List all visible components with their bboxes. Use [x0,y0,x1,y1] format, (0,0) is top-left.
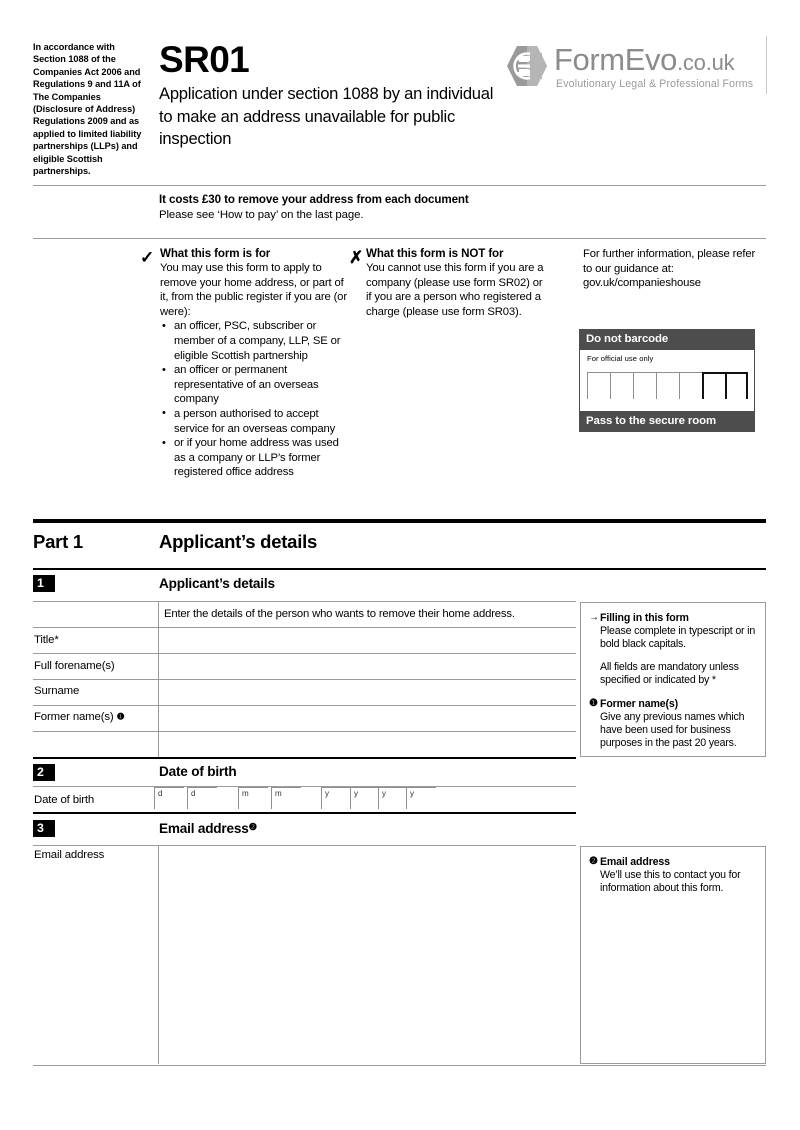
dob-field-label: Date of birth [34,794,95,806]
section-title-3-text: Email address [159,821,249,836]
section1-bottom-rule [33,757,576,759]
pass-to-secure-room-label: Pass to the secure room [579,411,755,432]
section-number-2: 2 [33,764,55,781]
what-form-is-for-column: What this form is for You may use this f… [160,247,347,480]
accordance-note: In accordance with Section 1088 of the C… [33,42,142,177]
part-bottom-rule [33,568,766,570]
list-item: an officer or permanent representative o… [160,363,347,407]
dob-day-1[interactable]: d [154,787,184,809]
dob-year-2[interactable]: y [350,787,380,809]
check-icon: ✓ [140,248,155,267]
section2-bottom-rule [33,812,576,814]
email-field-label: Email address [34,849,105,861]
guidance-panel-2: ❷ Email address We’ll use this to contac… [580,846,766,1064]
note-marker-2-icon: ❷ [248,822,258,833]
former-names-label-text: Former name(s) [34,711,114,723]
what-form-is-not-for-body: You cannot use this form if you are a co… [366,262,544,318]
list-item: an officer, PSC, subscriber or member of… [160,319,347,363]
hexagon-logo-icon [507,46,547,86]
guidance-panel-1: → Filling in this form Please complete i… [580,602,766,757]
forenames-input[interactable] [158,654,576,679]
arrow-right-icon: → [589,612,599,623]
page-bottom-rule [33,1065,766,1066]
dob-year-4[interactable]: y [406,787,436,809]
barcode-cell [725,372,748,399]
dob-month-1[interactable]: m [238,787,268,809]
email-input[interactable] [158,846,576,1064]
header-divider [33,185,766,186]
title-field-label: Title* [34,634,59,646]
cost-subline: Please see ‘How to pay’ on the last page… [159,209,364,221]
section-number-1: 1 [33,575,55,592]
forenames-field-label: Full forename(s) [34,660,115,672]
what-form-is-not-for-column: What this form is NOT for You cannot use… [366,247,546,319]
applicant-hint-text: Enter the details of the person who want… [164,608,515,620]
guidance-heading: Filling in this form [600,612,689,624]
former-names-input-extra[interactable] [158,732,576,757]
formevo-logo: FormEvo.co.uk Evolutionary Legal & Profe… [506,43,768,93]
what-form-is-not-for-heading: What this form is NOT for [366,247,504,260]
official-use-label: For official use only [587,354,654,363]
barcode-cells [587,372,748,399]
guidance-body: Give any previous names which have been … [600,710,745,750]
surname-field-label: Surname [34,685,80,697]
what-form-is-for-bullets: an officer, PSC, subscriber or member of… [160,319,347,480]
part-top-rule [33,519,766,523]
guidance-heading: Email address [600,856,670,868]
section-title-3: Email address❷ [159,821,257,836]
guidance-former-names: ❶ Former name(s) Give any previous names… [589,697,756,751]
do-not-barcode-label: Do not barcode [579,329,755,350]
what-form-is-for-body: You may use this form to apply to remove… [160,262,347,318]
section-number-3: 3 [33,820,55,837]
logo-wordmark: FormEvo.co.uk [554,42,735,80]
cost-divider [33,238,766,239]
barcode-cell [633,372,656,399]
guidance-body-2: All fields are mandatory unless specifie… [600,660,739,687]
former-names-field-label: Former name(s) ❶ [34,711,125,723]
dob-year-1[interactable]: y [321,787,351,809]
section-title-1: Applicant’s details [159,576,275,591]
note-marker-1-icon: ❶ [116,711,125,722]
barcode-cell [679,372,702,399]
barcode-box: Do not barcode For official use only Pas… [579,329,755,432]
part-label: Part 1 [33,531,83,552]
barcode-cell [702,372,725,399]
guidance-filling-in-form: → Filling in this form Please complete i… [589,611,756,688]
logo-tld: .co.uk [676,50,735,75]
section-title-2: Date of birth [159,764,237,779]
title-input[interactable] [158,628,576,653]
barcode-cell [610,372,633,399]
part-title: Applicant’s details [159,531,318,552]
cross-icon: ✗ [349,248,364,267]
dob-year-3[interactable]: y [378,787,408,809]
form-title: Application under section 1088 by an ind… [159,84,494,149]
surname-input[interactable] [158,680,576,705]
guidance-body: We’ll use this to contact you for inform… [600,869,741,895]
form-page: In accordance with Section 1088 of the C… [0,0,800,1130]
barcode-cell [587,372,610,399]
dob-month-2[interactable]: m [271,787,301,809]
list-item: or if your home address was used as a co… [160,436,347,480]
list-item: a person authorised to accept service fo… [160,406,347,436]
what-form-is-for-heading: What this form is for [160,247,271,260]
guidance-heading: Former name(s) [600,697,678,710]
form-code: SR01 [159,39,250,80]
logo-tagline: Evolutionary Legal & Professional Forms [556,78,754,90]
barcode-cell [656,372,679,399]
note-marker-1-icon: ❶ [589,697,598,709]
official-use-area: For official use only [579,350,755,411]
section2-top-rule [33,786,576,787]
dob-day-2[interactable]: d [187,787,217,809]
guidance-email-address: ❷ Email address We’ll use this to contac… [589,855,756,896]
cost-headline: It costs £30 to remove your address from… [159,193,469,206]
logo-divider [766,36,767,94]
guidance-body: Please complete in typescript or in bold… [600,625,756,651]
note-marker-2-icon: ❷ [589,856,598,867]
further-information-text: For further information, please refer to… [583,248,756,290]
logo-name: FormEvo [554,42,677,77]
former-names-input[interactable] [158,706,576,731]
